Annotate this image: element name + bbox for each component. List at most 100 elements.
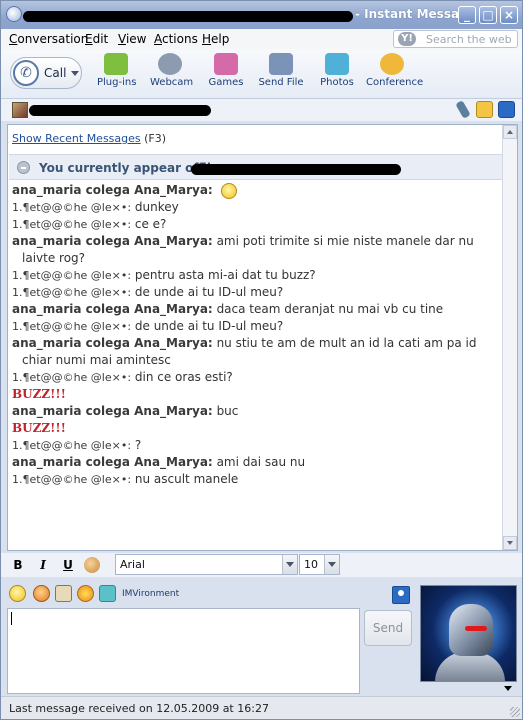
- chat-message: ana_maria colega Ana_Marya: nu stiu te a…: [12, 335, 502, 369]
- send-file-icon: [269, 53, 293, 75]
- minimize-button[interactable]: _: [458, 6, 476, 24]
- message-sender: ana_maria colega Ana_Marya:: [12, 183, 213, 197]
- conference-label: Conference: [366, 77, 424, 88]
- contact-bar: [1, 99, 522, 121]
- display-picture[interactable]: [420, 585, 517, 682]
- message-sender: 1.¶et@@©he @le×•:: [12, 269, 132, 282]
- robot-eye: [465, 626, 487, 631]
- status-bar: Last message received on 12.05.2009 at 1…: [1, 696, 522, 719]
- chevron-down-icon[interactable]: [71, 71, 79, 76]
- close-button[interactable]: ×: [500, 6, 518, 24]
- menu-help[interactable]: Help: [202, 32, 229, 46]
- scroll-up-arrow-icon[interactable]: [503, 125, 517, 139]
- resize-grip-icon[interactable]: [510, 707, 520, 717]
- message-text: buc: [216, 404, 239, 418]
- menu-view[interactable]: View: [118, 32, 146, 46]
- conference-icon: [380, 53, 404, 75]
- imvironment-icon[interactable]: [99, 585, 116, 602]
- message-sender: ana_maria colega Ana_Marya:: [12, 455, 213, 469]
- message-sender: ana_maria colega Ana_Marya:: [12, 336, 213, 350]
- robot-body: [435, 652, 505, 681]
- chevron-down-icon[interactable]: [324, 555, 339, 574]
- message-sender: 1.¶et@@©he @le×•:: [12, 371, 132, 384]
- instant-message-window: - Instant Message _ □ × Conversation Edi…: [0, 0, 523, 720]
- message-sender: 1.¶et@@©he @le×•:: [12, 218, 132, 231]
- message-text: pentru asta mi-ai dat tu buzz?: [134, 268, 316, 282]
- photos-label: Photos: [320, 77, 354, 88]
- title-bar: - Instant Message _ □ ×: [1, 1, 522, 29]
- address-book-icon[interactable]: [498, 101, 515, 118]
- contact-details-icon[interactable]: [392, 586, 410, 604]
- conversation-scrollbar[interactable]: [502, 125, 517, 550]
- smiley-emoticon-icon: [220, 182, 237, 199]
- chat-message: 1.¶et@@©he @le×•: ?: [12, 437, 502, 454]
- chevron-down-icon[interactable]: [282, 555, 297, 574]
- palette-icon[interactable]: [84, 557, 100, 573]
- menu-actions[interactable]: Actions: [154, 32, 198, 46]
- menu-edit[interactable]: Edit: [85, 32, 108, 46]
- yahoo-logo-icon: Y!: [398, 32, 416, 46]
- menu-conversation[interactable]: Conversation: [9, 32, 88, 46]
- menu-bar: Conversation Edit View Actions Help Y! S…: [1, 29, 522, 49]
- send-button[interactable]: Send: [364, 610, 412, 646]
- last-message-status: Last message received on 12.05.2009 at 1…: [9, 702, 269, 715]
- offline-status-icon: [17, 161, 30, 174]
- show-recent-messages[interactable]: Show Recent Messages (F3): [12, 132, 166, 145]
- chat-message: ana_maria colega Ana_Marya: daca team de…: [12, 301, 502, 318]
- offline-notice: You currently appear offli: [9, 154, 502, 180]
- emoticon-icon[interactable]: [9, 585, 26, 602]
- chevron-down-icon[interactable]: [504, 686, 512, 691]
- buzz-message: BUZZ!!!: [12, 420, 502, 437]
- message-sender: 1.¶et@@©he @le×•:: [12, 439, 132, 452]
- conference-button[interactable]: Conference: [366, 53, 424, 88]
- chat-message: 1.¶et@@©he @le×•: de unde ai tu ID-ul me…: [12, 284, 502, 301]
- games-button[interactable]: Games: [208, 53, 244, 88]
- plugins-button[interactable]: Plug-ins: [97, 53, 137, 88]
- pencil-icon[interactable]: [455, 100, 471, 119]
- message-sender: ana_maria colega Ana_Marya:: [12, 404, 213, 418]
- webcam-icon: [158, 53, 182, 75]
- phone-icon: ✆: [13, 60, 39, 86]
- underline-button[interactable]: U: [59, 556, 77, 574]
- offline-notice-text: You currently appear offli: [39, 161, 211, 175]
- imvironment-label[interactable]: IMVironment: [122, 589, 179, 599]
- redacted-contact-name: [23, 11, 353, 22]
- call-button[interactable]: ✆ Call: [10, 57, 82, 89]
- font-family-select[interactable]: Arial: [115, 554, 298, 575]
- search-placeholder: Search the web: [426, 33, 512, 46]
- text-caret: [11, 612, 12, 625]
- send-file-button[interactable]: Send File: [258, 53, 304, 88]
- italic-button[interactable]: I: [34, 556, 52, 574]
- message-text: dunkey: [134, 200, 179, 214]
- mail-icon[interactable]: [476, 101, 493, 118]
- message-input[interactable]: [7, 608, 360, 694]
- nudge-icon[interactable]: [77, 585, 94, 602]
- doodle-icon[interactable]: [55, 585, 72, 602]
- chat-message: ana_maria colega Ana_Marya: ami dai sau …: [12, 454, 502, 471]
- font-size-value: 10: [304, 558, 318, 571]
- contact-avatar[interactable]: [12, 102, 28, 118]
- scroll-down-arrow-icon[interactable]: [503, 536, 517, 550]
- maximize-button[interactable]: □: [479, 6, 497, 24]
- conversation-pane[interactable]: Show Recent Messages (F3) You currently …: [7, 124, 518, 551]
- message-text: din ce oras esti?: [134, 370, 233, 384]
- chat-message: ana_maria colega Ana_Marya: ami poti tri…: [12, 233, 502, 267]
- call-label: Call: [44, 66, 67, 80]
- web-search-input[interactable]: Y! Search the web: [393, 30, 518, 48]
- plugins-label: Plug-ins: [97, 77, 137, 88]
- message-text: de unde ai tu ID-ul meu?: [134, 285, 284, 299]
- chat-message: 1.¶et@@©he @le×•: din ce oras esti?: [12, 369, 502, 386]
- audible-icon[interactable]: [33, 585, 50, 602]
- show-recent-shortcut: (F3): [144, 132, 167, 145]
- message-sender: 1.¶et@@©he @le×•:: [12, 473, 132, 486]
- webcam-button[interactable]: Webcam: [150, 53, 193, 88]
- message-list: ana_maria colega Ana_Marya: 1.¶et@@©he @…: [12, 182, 502, 488]
- bold-button[interactable]: B: [9, 556, 27, 574]
- photos-button[interactable]: Photos: [319, 53, 355, 88]
- message-text: ?: [134, 438, 142, 452]
- show-recent-link[interactable]: Show Recent Messages: [12, 132, 141, 145]
- message-text: ami dai sau nu: [216, 455, 306, 469]
- chat-message: 1.¶et@@©he @le×•: dunkey: [12, 199, 502, 216]
- main-toolbar: ✆ Call Plug-ins Webcam Games Send File P…: [1, 49, 522, 99]
- font-size-select[interactable]: 10: [299, 554, 340, 575]
